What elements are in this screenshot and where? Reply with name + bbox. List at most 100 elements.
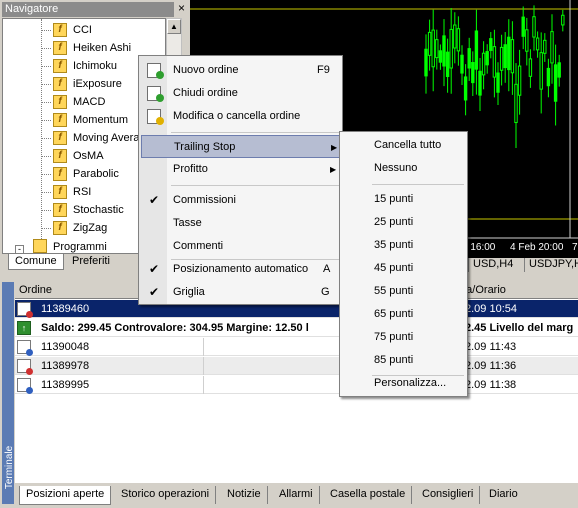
candle-body: [550, 31, 554, 64]
menu-item-auto-arrange[interactable]: ✔ Posizionamento automatico A: [141, 258, 340, 281]
tree-item-label: Heiken Ashi: [73, 42, 132, 54]
submenu-item-points[interactable]: 85 punti: [342, 349, 465, 372]
tree-item-programs[interactable]: Programmi: [53, 239, 107, 253]
tree-expand-icon[interactable]: -: [15, 245, 24, 253]
menu-item-profit[interactable]: Profitto ▶: [141, 158, 340, 181]
buy-order-icon: [17, 340, 33, 356]
table-row[interactable]: 11389978 2.09 11:36: [15, 357, 578, 375]
order-number: 11390048: [41, 341, 90, 353]
candle-body: [424, 48, 428, 77]
tab-preferiti[interactable]: Preferiti: [66, 254, 116, 270]
menu-item-shortcut: F9: [317, 64, 330, 76]
tab-notizie[interactable]: Notizie: [221, 486, 268, 504]
indicator-icon: f: [53, 113, 67, 127]
menu-item-new-order[interactable]: Nuovo ordine F9: [141, 59, 340, 82]
candle-body: [427, 31, 432, 56]
scroll-up-icon[interactable]: ▲: [167, 19, 181, 34]
menu-item-trailing-stop[interactable]: Trailing Stop ▶: [141, 135, 340, 158]
check-icon: ✔: [149, 285, 160, 299]
indicator-icon: f: [53, 77, 67, 91]
table-row[interactable]: 11389995 2.09 11:38: [15, 376, 578, 394]
tab-casella-postale[interactable]: Casella postale: [324, 486, 413, 504]
tree-item-label: ZigZag: [73, 222, 108, 234]
submenu-item-label: 75 punti: [374, 331, 414, 343]
submenu-item-points[interactable]: 45 punti: [342, 257, 465, 280]
tab-diario[interactable]: Diario: [483, 486, 524, 504]
candle-body: [460, 54, 464, 74]
menu-item-label: Trailing Stop: [174, 141, 236, 153]
column-header-time[interactable]: ata/Orario: [453, 283, 578, 299]
chart-tab[interactable]: USDJPY,H4: [524, 258, 578, 272]
tab-allarmi[interactable]: Allarmi: [273, 486, 320, 504]
candle-body: [485, 51, 489, 66]
terminal-side-label: Terminale: [4, 445, 16, 490]
submenu-item-label: 35 punti: [374, 239, 414, 251]
candle-body: [535, 37, 540, 51]
candle-body: [507, 36, 511, 71]
tree-item-label: Ichimoku: [73, 60, 118, 72]
tree-item-label: Stochastic: [73, 204, 124, 216]
candle-body: [543, 39, 547, 54]
menu-item-label: Commissioni: [173, 194, 236, 206]
submenu-item-points[interactable]: 35 punti: [342, 234, 465, 257]
menu-item-label: Profitto: [173, 163, 208, 175]
menu-item-taxes[interactable]: Tasse: [141, 212, 340, 235]
tab-posizioni-aperte[interactable]: Posizioni aperte: [19, 486, 112, 505]
menu-item-shortcut: G: [321, 286, 330, 298]
navigator-title: Navigatore: [2, 2, 174, 17]
submenu-item-label: 85 punti: [374, 354, 414, 366]
indicator-icon: f: [53, 167, 67, 181]
candle-body: [456, 28, 461, 52]
order-time: 2.09 11:43: [465, 341, 517, 353]
candle-body: [489, 38, 493, 51]
menu-item-modify-order[interactable]: Modifica o cancella ordine: [141, 105, 340, 128]
table-row[interactable]: 11390048 2.09 11:43: [15, 338, 578, 356]
tab-comune[interactable]: Comune: [8, 254, 64, 270]
submenu-item-label: 65 punti: [374, 308, 414, 320]
tree-item-label: CCI: [73, 24, 92, 36]
tree-item-label: Parabolic: [73, 168, 119, 180]
menu-item-shortcut: A: [323, 263, 331, 275]
submenu-item-none[interactable]: Nessuno: [342, 157, 465, 180]
menu-item-label: Commenti: [173, 240, 224, 252]
balance-summary-right: 2.45 Livello del marg: [465, 322, 574, 334]
tree-item-label: RSI: [73, 186, 92, 198]
menu-item-close-order[interactable]: Chiudi ordine: [141, 82, 340, 105]
tree-item-label: iExposure: [73, 78, 122, 90]
candle-body: [525, 29, 529, 52]
submenu-item-label: 25 punti: [374, 216, 414, 228]
terminal-tabs: Posizioni aperte Storico operazioni Noti…: [15, 486, 578, 505]
submenu-item-label: 55 punti: [374, 285, 414, 297]
tab-storico-operazioni[interactable]: Storico operazioni: [115, 486, 217, 504]
candle-body: [514, 83, 518, 124]
check-icon: ✔: [149, 193, 160, 207]
indicator-icon: f: [53, 23, 67, 37]
menu-item-commissions[interactable]: ✔ Commissioni: [141, 189, 340, 212]
submenu-item-points[interactable]: 65 punti: [342, 303, 465, 326]
balance-summary-row: ↑ Saldo: 299.45 Controvalore: 304.95 Mar…: [15, 319, 578, 337]
submenu-item-custom[interactable]: Personalizza...: [342, 372, 465, 395]
menu-item-comments[interactable]: Commenti: [141, 235, 340, 258]
submenu-item-cancel-all[interactable]: Cancella tutto: [342, 134, 465, 157]
candle-body: [431, 29, 435, 68]
candle-body: [478, 70, 482, 96]
candle-body: [561, 14, 565, 26]
candle-body: [438, 50, 443, 63]
tree-item-indicator[interactable]: f CCI: [3, 21, 165, 39]
submenu-item-points[interactable]: 15 punti: [342, 188, 465, 211]
candle-body: [435, 39, 439, 59]
menu-separator: [171, 132, 339, 133]
terminal-side-bar: Terminale: [2, 282, 16, 504]
submenu-item-points[interactable]: 75 punti: [342, 326, 465, 349]
submenu-item-points[interactable]: 25 punti: [342, 211, 465, 234]
candle-body: [539, 52, 543, 90]
tree-item-label: MACD: [73, 96, 106, 108]
submenu-arrow-icon: ▶: [330, 165, 337, 174]
menu-item-grid[interactable]: ✔ Griglia G: [141, 281, 340, 304]
chart-tab[interactable]: USD,H4: [468, 258, 513, 272]
submenu-item-points[interactable]: 55 punti: [342, 280, 465, 303]
close-icon[interactable]: ×: [176, 2, 187, 15]
order-number: 11389995: [41, 379, 90, 391]
tab-consiglieri[interactable]: Consiglieri: [416, 486, 481, 504]
submenu-arrow-icon: ▶: [331, 143, 338, 152]
